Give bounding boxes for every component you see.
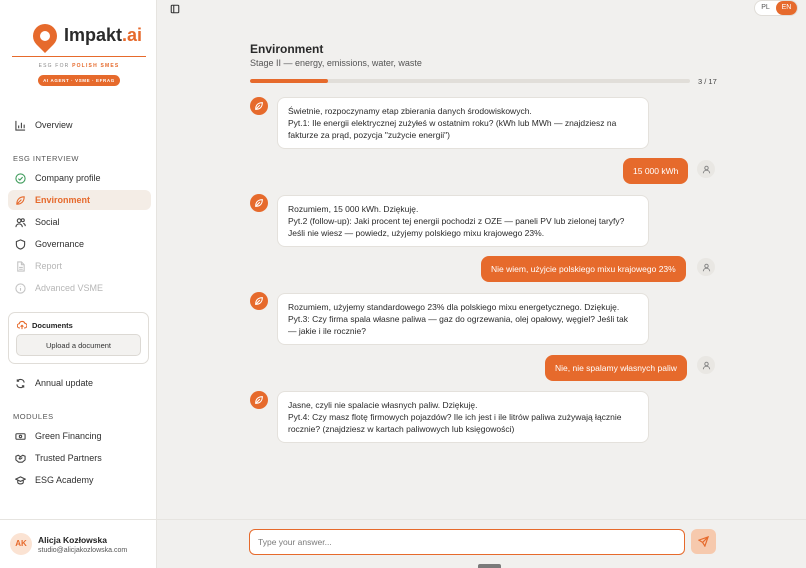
cloud-upload-icon xyxy=(17,320,27,330)
language-toggle: PL EN xyxy=(754,0,798,16)
sidebar-item-company-profile[interactable]: Company profile xyxy=(8,168,151,188)
brand-tagline: ESG FOR POLISH SMES xyxy=(38,63,120,69)
sidebar-item-report: Report xyxy=(8,256,151,276)
sidebar-item-social[interactable]: Social xyxy=(8,212,151,232)
sidebar-item-overview[interactable]: Overview xyxy=(8,115,151,135)
handshake-icon xyxy=(13,451,27,465)
brand-name: Impakt.ai xyxy=(64,25,143,45)
check-circle-icon xyxy=(13,171,27,185)
shield-icon xyxy=(13,237,27,251)
sidebar-item-label: Advanced VSME xyxy=(35,283,104,293)
map-pin-logo-icon xyxy=(28,19,62,53)
esg-interview-section-label: ESG INTERVIEW xyxy=(13,154,79,163)
sidebar-item-trusted-partners[interactable]: Trusted Partners xyxy=(8,448,151,468)
assistant-leaf-icon xyxy=(250,194,268,212)
sidebar-item-label: Overview xyxy=(35,120,73,130)
sidebar: Impakt.ai ESG FOR POLISH SMES AI AGENT ·… xyxy=(0,0,157,568)
sidebar-item-governance[interactable]: Governance xyxy=(8,234,151,254)
upload-document-button[interactable]: Upload a document xyxy=(16,334,141,356)
sidebar-item-label: ESG Academy xyxy=(35,475,94,485)
stage-subtitle: Stage II — energy, emissions, water, was… xyxy=(250,58,422,68)
user-profile[interactable]: AK Alicja Kozłowska studio@alicjakozlows… xyxy=(0,519,157,568)
assistant-message: Jasne, czyli nie spalacie własnych paliw… xyxy=(277,391,649,443)
answer-input[interactable] xyxy=(249,529,685,555)
send-button[interactable] xyxy=(691,529,716,554)
sidebar-item-label: Annual update xyxy=(35,378,94,388)
user-email: studio@alicjakozlowska.com xyxy=(38,547,128,554)
lang-option-pl[interactable]: PL xyxy=(755,1,776,15)
stage-progress-fill xyxy=(250,79,328,83)
page-title: Environment xyxy=(250,42,324,56)
sidebar-item-label: Governance xyxy=(35,239,85,249)
avatar: AK xyxy=(10,533,32,555)
sidebar-item-label: Company profile xyxy=(35,173,101,183)
user-avatar-icon xyxy=(697,356,715,374)
user-avatar-icon xyxy=(697,160,715,178)
refresh-icon xyxy=(13,376,27,390)
documents-title: Documents xyxy=(17,320,73,330)
sidebar-item-esg-academy[interactable]: ESG Academy xyxy=(8,470,151,490)
sidebar-item-label: Green Financing xyxy=(35,431,102,441)
sidebar-toggle-icon[interactable] xyxy=(170,3,180,17)
users-icon xyxy=(13,215,27,229)
info-icon xyxy=(13,281,27,295)
sidebar-item-green-financing[interactable]: Green Financing xyxy=(8,426,151,446)
user-name: Alicja Kozłowska xyxy=(38,535,107,545)
user-message: 15 000 kWh xyxy=(623,158,689,184)
leaf-icon xyxy=(13,193,27,207)
send-icon xyxy=(698,536,709,547)
user-avatar-icon xyxy=(697,258,715,276)
sidebar-item-annual-update[interactable]: Annual update xyxy=(8,373,151,393)
documents-panel: Documents Upload a document xyxy=(8,312,149,364)
modules-section-label: MODULES xyxy=(13,412,54,421)
sidebar-item-advanced-vsme: Advanced VSME xyxy=(8,278,151,298)
scroll-handle[interactable] xyxy=(478,564,501,568)
user-message: Nie, nie spalamy własnych paliw xyxy=(545,355,687,381)
user-message: Nie wiem, użyjcie polskiego mixu krajowe… xyxy=(481,256,686,282)
brand-logo[interactable]: Impakt.ai ESG FOR POLISH SMES AI AGENT ·… xyxy=(12,8,148,94)
banknote-icon xyxy=(13,429,27,443)
assistant-message: Rozumiem, użyjemy standardowego 23% dla … xyxy=(277,293,649,345)
assistant-leaf-icon xyxy=(250,391,268,409)
sidebar-item-label: Environment xyxy=(35,195,91,205)
assistant-leaf-icon xyxy=(250,97,268,115)
document-icon xyxy=(13,259,27,273)
stage-progress-counter: 3 / 17 xyxy=(698,77,717,86)
brand-badge: AI AGENT · VSME · EFRAG 2025 xyxy=(38,75,120,94)
lang-option-en[interactable]: EN xyxy=(776,1,797,15)
stage-progress-bar xyxy=(250,79,690,83)
composer-divider xyxy=(157,519,806,520)
sidebar-item-label: Trusted Partners xyxy=(35,453,102,463)
logo-divider xyxy=(12,56,146,57)
sidebar-item-environment[interactable]: Environment xyxy=(8,190,151,210)
sidebar-item-label: Social xyxy=(35,217,60,227)
assistant-message: Świetnie, rozpoczynamy etap zbierania da… xyxy=(277,97,649,149)
sidebar-item-label: Report xyxy=(35,261,63,271)
bar-chart-icon xyxy=(13,118,27,132)
graduation-cap-icon xyxy=(13,473,27,487)
assistant-leaf-icon xyxy=(250,292,268,310)
assistant-message: Rozumiem, 15 000 kWh. Dziękuję. Pyt.2 (fo… xyxy=(277,195,649,247)
